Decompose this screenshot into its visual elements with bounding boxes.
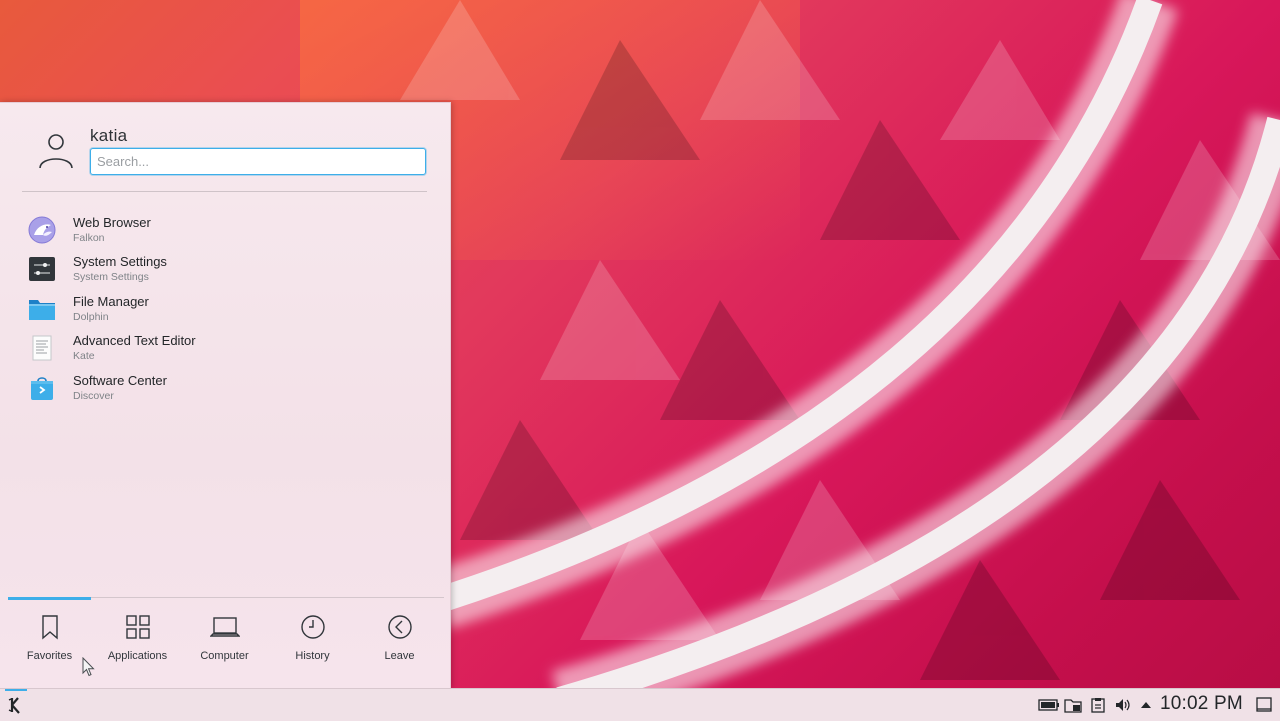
volume-icon[interactable] bbox=[1114, 697, 1132, 713]
tab-computer[interactable]: Computer bbox=[181, 602, 268, 682]
favorites-list: Web Browser Falkon System Settings Syste… bbox=[22, 210, 442, 407]
tab-history[interactable]: History bbox=[269, 602, 356, 682]
tab-applications[interactable]: Applications bbox=[94, 602, 181, 682]
software-center-icon bbox=[31, 376, 53, 400]
list-item-system-settings[interactable]: System Settings System Settings bbox=[22, 249, 442, 288]
back-circle-icon bbox=[387, 615, 412, 639]
list-item-file-manager[interactable]: File Manager Dolphin bbox=[22, 289, 442, 328]
tab-label: Computer bbox=[200, 650, 249, 662]
battery-icon[interactable] bbox=[1038, 697, 1060, 713]
app-subtitle: System Settings bbox=[73, 271, 149, 284]
app-subtitle: Dolphin bbox=[73, 310, 109, 323]
system-settings-icon bbox=[29, 257, 55, 282]
list-item-software-center[interactable]: Software Center Discover bbox=[22, 368, 442, 407]
app-subtitle: Discover bbox=[73, 389, 114, 402]
app-name: Advanced Text Editor bbox=[73, 333, 196, 349]
app-subtitle: Falkon bbox=[73, 232, 105, 244]
falkon-icon bbox=[28, 216, 56, 244]
show-desktop-icon[interactable] bbox=[1256, 697, 1272, 713]
clock-icon bbox=[300, 615, 325, 639]
application-launcher-button[interactable] bbox=[4, 689, 28, 721]
active-tab-indicator bbox=[8, 597, 91, 600]
user-avatar-icon[interactable] bbox=[36, 132, 76, 172]
list-item-web-browser[interactable]: Web Browser Falkon bbox=[22, 210, 442, 249]
header-divider bbox=[22, 191, 427, 192]
clipboard-icon[interactable] bbox=[1090, 697, 1106, 713]
text-editor-icon bbox=[32, 335, 52, 361]
kde-logo-icon bbox=[8, 697, 20, 714]
search-input[interactable] bbox=[90, 148, 426, 175]
bookmark-icon bbox=[41, 615, 58, 640]
tab-label: Applications bbox=[107, 650, 168, 662]
tab-label: History bbox=[295, 650, 330, 662]
app-name: System Settings bbox=[73, 254, 167, 270]
app-name: Web Browser bbox=[73, 215, 151, 230]
device-notifier-icon[interactable] bbox=[1064, 697, 1082, 713]
launcher-tabs: Favorites Applications Computer History … bbox=[0, 602, 444, 682]
tab-label: Favorites bbox=[26, 650, 73, 662]
laptop-icon bbox=[209, 617, 240, 637]
app-subtitle: Kate bbox=[73, 350, 95, 363]
tab-label: Leave bbox=[384, 650, 415, 662]
mouse-cursor-icon bbox=[82, 657, 95, 677]
grid-icon bbox=[125, 615, 150, 639]
taskbar-panel: 10:02 PM bbox=[0, 688, 1280, 721]
user-name: katia bbox=[90, 126, 128, 145]
tab-favorites[interactable]: Favorites bbox=[6, 602, 93, 682]
folder-icon bbox=[29, 299, 55, 320]
app-name: File Manager bbox=[73, 293, 149, 309]
list-item-text-editor[interactable]: Advanced Text Editor Kate bbox=[22, 328, 442, 367]
expand-arrow-icon[interactable] bbox=[1139, 697, 1153, 713]
app-name: Software Center bbox=[73, 372, 167, 388]
clock-label[interactable]: 10:02 PM bbox=[1160, 693, 1243, 715]
tab-leave[interactable]: Leave bbox=[356, 602, 443, 682]
